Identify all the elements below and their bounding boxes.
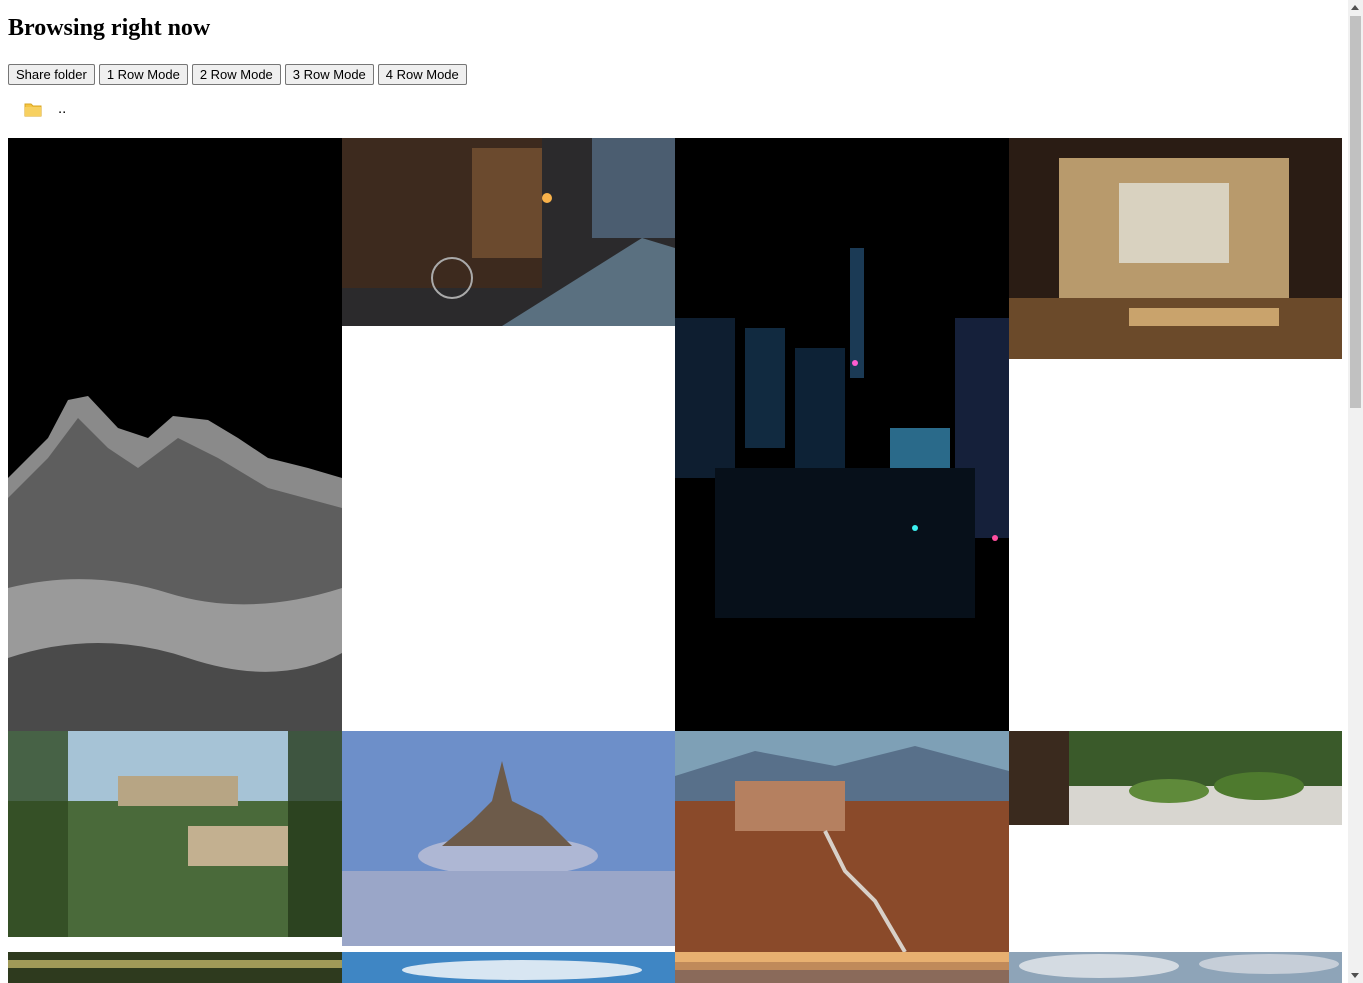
two-row-mode-button[interactable]: 2 Row Mode <box>191 64 281 85</box>
gallery-image[interactable] <box>8 138 342 731</box>
three-row-mode-button[interactable]: 3 Row Mode <box>284 64 374 85</box>
gallery-image[interactable] <box>342 138 675 326</box>
gallery-image[interactable] <box>342 952 675 983</box>
vertical-scrollbar[interactable] <box>1348 0 1363 983</box>
folder-icon <box>24 101 42 117</box>
gallery-image[interactable] <box>342 731 675 946</box>
share-folder-button[interactable]: Share folder <box>8 64 95 85</box>
scroll-down-icon[interactable] <box>1351 973 1359 978</box>
gallery-image[interactable] <box>675 952 1009 983</box>
gallery-image[interactable] <box>8 731 342 937</box>
gallery-image[interactable] <box>1009 731 1342 825</box>
parent-folder-link[interactable]: .. <box>24 100 66 117</box>
gallery-image[interactable] <box>675 138 1009 731</box>
toolbar: Share folder 1 Row Mode 2 Row Mode 3 Row… <box>8 64 467 85</box>
page-title: Browsing right now <box>8 15 211 41</box>
gallery-image[interactable] <box>8 952 342 983</box>
scrollbar-thumb[interactable] <box>1350 16 1361 408</box>
scroll-up-icon[interactable] <box>1351 5 1359 10</box>
gallery-image[interactable] <box>675 731 1009 952</box>
image-gallery <box>8 138 1342 983</box>
gallery-image[interactable] <box>1009 138 1342 359</box>
parent-folder-label: .. <box>58 100 67 117</box>
one-row-mode-button[interactable]: 1 Row Mode <box>98 64 188 85</box>
four-row-mode-button[interactable]: 4 Row Mode <box>377 64 467 85</box>
gallery-image[interactable] <box>1009 952 1342 983</box>
